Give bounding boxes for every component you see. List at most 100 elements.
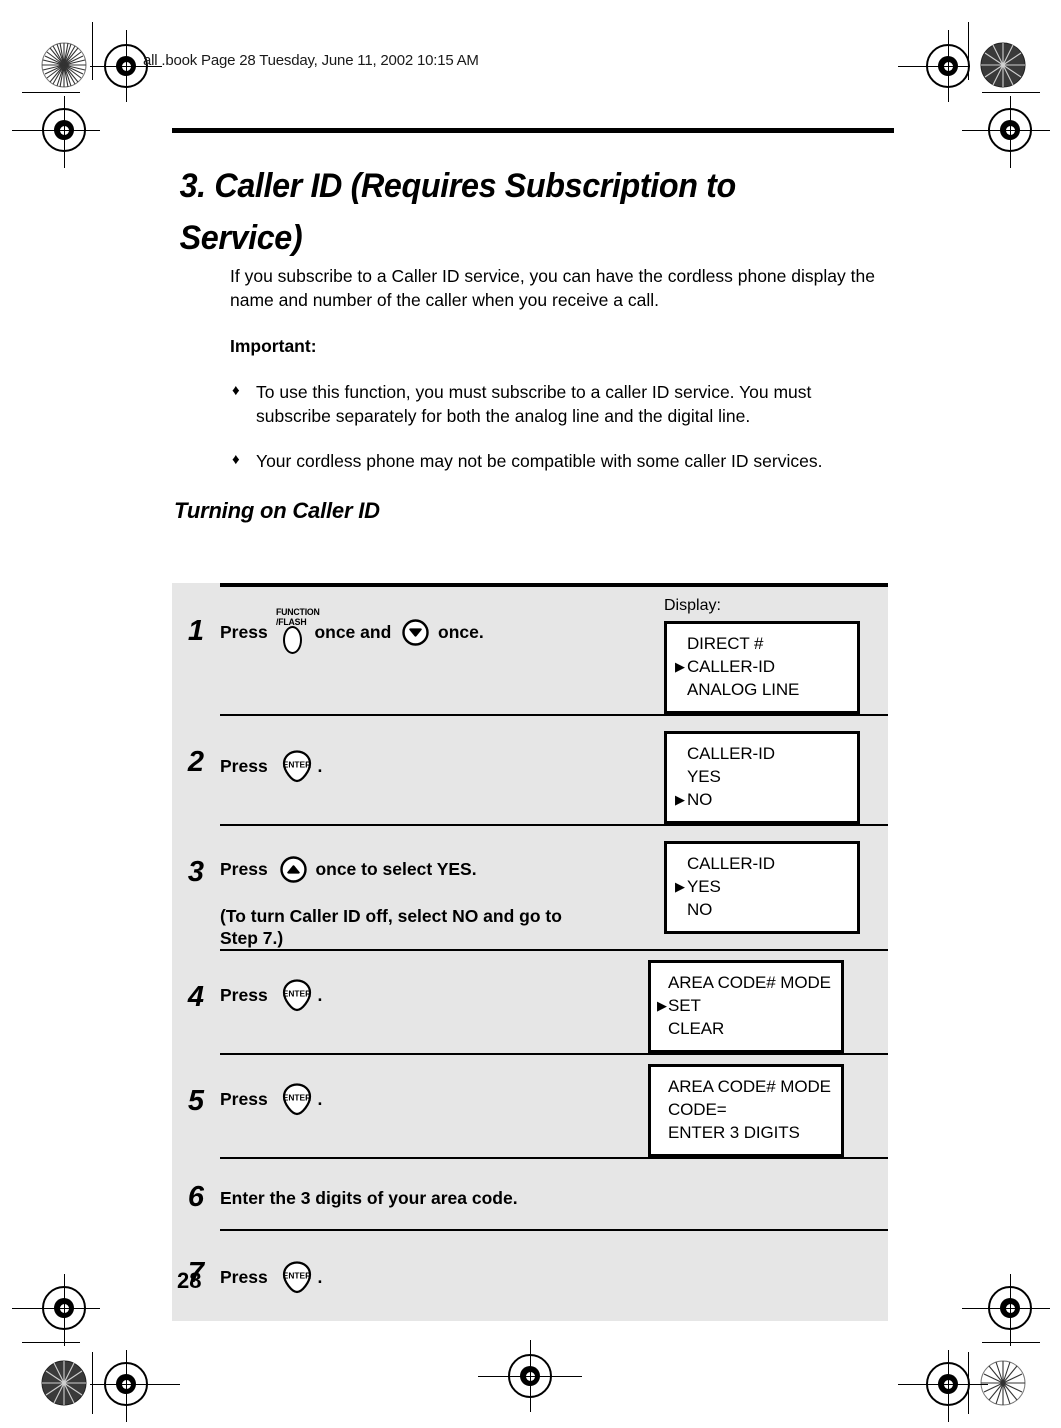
lcd-display: CALLER-ID ▶ YES NO: [664, 841, 860, 934]
intro-paragraph: If you subscribe to a Caller ID service,…: [230, 266, 875, 310]
step-text-lead: Press: [220, 859, 268, 879]
list-item-label: Your cordless phone may not be compatibl…: [256, 451, 823, 471]
enter-button-icon: ENTER: [282, 750, 311, 783]
diamond-bullet-icon: ♦: [232, 451, 240, 468]
list-item: ♦ To use this function, you must subscri…: [230, 380, 890, 428]
slug-text: all .book Page 28 Tuesday, June 11, 2002…: [143, 52, 479, 69]
step-note: (To turn Caller ID off, select NO and go…: [220, 906, 562, 948]
lcd-line: AREA CODE# MODE: [668, 1077, 831, 1096]
enter-key[interactable]: ENTER: [282, 1083, 312, 1116]
step-text-lead: Press: [220, 756, 268, 776]
page-content: 3. Caller ID (Requires Subscription to S…: [172, 160, 894, 524]
table-row: 6 Enter the 3 digits of your area code.: [172, 1157, 888, 1229]
crosshair-v-tr: [948, 30, 949, 102]
starburst-icon: [41, 1360, 87, 1406]
table-row: 7 Press ENTER .: [172, 1229, 888, 1321]
starburst-mark-bottom-right: [980, 1360, 1026, 1406]
lcd-line: ▶ CALLER-ID: [675, 657, 775, 676]
crosshair-v-bl: [126, 1350, 127, 1422]
enter-button-icon: ENTER: [282, 979, 311, 1012]
arrow-down-icon: [402, 619, 429, 646]
crosshair-h-tr: [898, 66, 970, 67]
crosshair-v-lu: [64, 96, 65, 168]
lcd-line: ANALOG LINE: [687, 680, 800, 699]
lcd-display: AREA CODE# MODE CODE= ENTER 3 DIGITS: [648, 1064, 844, 1157]
starburst-mark-top-left: [41, 42, 87, 88]
table-row: 3 Press once to select YES. (To turn Cal…: [172, 824, 888, 949]
lcd-display: DIRECT # ▶ CALLER-ID ANALOG LINE: [664, 621, 860, 714]
crosshair-v-ll: [64, 1274, 65, 1346]
important-label: Important:: [230, 336, 317, 356]
diamond-bullet-icon: ♦: [232, 382, 240, 399]
step-text-lead: Enter the 3 digits of your area code.: [220, 1188, 518, 1208]
lcd-line: AREA CODE# MODE: [668, 973, 831, 992]
step-display-cell: AREA CODE# MODE CODE= ENTER 3 DIGITS: [648, 1053, 888, 1157]
crop-line-tl-v: [92, 22, 93, 80]
crop-line-br-v: [968, 1352, 969, 1414]
step-instruction: Enter the 3 digits of your area code.: [220, 1157, 656, 1210]
cursor-arrow-icon: ▶: [675, 879, 685, 894]
arrow-down-key[interactable]: [402, 619, 429, 646]
table-row: 4 Press ENTER . AREA CODE# MODE ▶ SET CLE…: [172, 949, 888, 1053]
enter-key[interactable]: ENTER: [282, 1261, 312, 1294]
page-top-rule: [172, 128, 894, 133]
step-instruction: Press once to select YES. (To turn Calle…: [220, 824, 656, 949]
crosshair-h-lu: [12, 130, 100, 131]
arrow-up-key[interactable]: [279, 856, 307, 883]
procedure-table: 1 Press FUNCTION/FLASH once and once. Di…: [172, 583, 888, 1321]
crosshair-v-bc: [530, 1340, 531, 1412]
step-text-mid: once and: [314, 622, 392, 642]
starburst-icon: [980, 42, 1026, 88]
crosshair-h-rl: [962, 1308, 1050, 1309]
lcd-line: CODE=: [668, 1100, 727, 1119]
svg-text:ENTER: ENTER: [282, 1271, 310, 1281]
step-text-tail: once.: [438, 622, 484, 642]
function-flash-key-label: FUNCTION/FLASH: [275, 607, 320, 628]
lcd-line: ENTER 3 DIGITS: [668, 1123, 800, 1142]
table-row: 2 Press ENTER . CALLER-ID YES ▶ NO: [172, 714, 888, 824]
arrow-up-icon: [279, 856, 307, 883]
crop-line-tr-v: [968, 22, 969, 80]
print-slug-line: all .book Page 28 Tuesday, June 11, 2002…: [143, 52, 479, 69]
function-flash-key[interactable]: FUNCTION/FLASH: [276, 608, 319, 654]
list-item-label: To use this function, you must subscribe…: [256, 382, 812, 426]
enter-button-icon: ENTER: [282, 1261, 311, 1294]
svg-text:ENTER: ENTER: [282, 1093, 310, 1103]
enter-key[interactable]: ENTER: [282, 750, 312, 783]
cursor-arrow-icon: ▶: [657, 998, 667, 1013]
crosshair-h-br: [898, 1384, 988, 1385]
starburst-icon: [980, 1360, 1026, 1406]
enter-key[interactable]: ENTER: [282, 979, 312, 1012]
cursor-arrow-icon: ▶: [675, 792, 685, 807]
table-row: 1 Press FUNCTION/FLASH once and once. Di…: [172, 583, 888, 714]
step-text-lead: Press: [220, 985, 268, 1005]
list-item: ♦ Your cordless phone may not be compati…: [230, 449, 890, 473]
page-title: 3. Caller ID (Requires Subscription to S…: [179, 167, 737, 257]
enter-button-icon: ENTER: [282, 1083, 311, 1116]
lcd-line: NO: [687, 900, 713, 919]
crop-line-ll-h: [22, 1342, 80, 1343]
lcd-line: ▶ SET: [657, 996, 701, 1015]
step-display-cell: Display: DIRECT # ▶ CALLER-ID ANALOG LINE: [656, 583, 888, 714]
crop-line-bl-v: [92, 1352, 93, 1414]
crosshair-v-ru: [1010, 96, 1011, 168]
lcd-line: CALLER-ID: [687, 744, 775, 763]
display-label: Display:: [664, 597, 721, 614]
step-text-tail: .: [317, 985, 323, 1005]
crop-line-rl-h: [982, 1342, 1040, 1343]
lcd-line: YES: [687, 767, 721, 786]
crosshair-h-bl: [90, 1384, 180, 1385]
step-number: 4: [187, 981, 205, 1013]
step-text-lead: Press: [220, 1089, 268, 1109]
step-number: 6: [187, 1181, 205, 1213]
step-display-cell: CALLER-ID ▶ YES NO: [656, 824, 888, 934]
crosshair-v-br: [948, 1350, 949, 1422]
step-display-cell: [656, 1157, 888, 1171]
step-number: 1: [187, 615, 205, 647]
lcd-display: AREA CODE# MODE ▶ SET CLEAR: [648, 960, 844, 1053]
oval-button-icon: [282, 626, 302, 654]
step-instruction: Press ENTER .: [220, 1053, 656, 1116]
crosshair-v-rl: [1010, 1274, 1011, 1346]
step-text-tail: .: [317, 1267, 323, 1287]
crop-line-lu-h: [22, 92, 80, 93]
